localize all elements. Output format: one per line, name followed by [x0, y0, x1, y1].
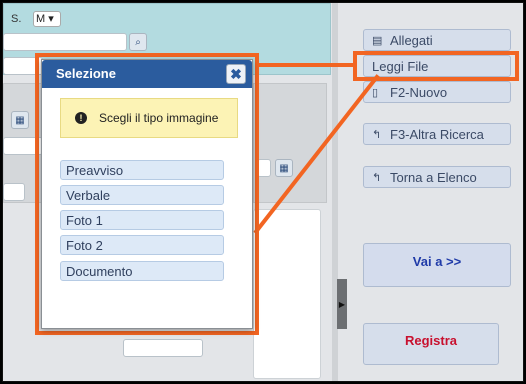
option-foto-2[interactable]: Foto 2	[60, 235, 224, 255]
allegati-label: Allegati	[390, 32, 433, 48]
back-icon: ↰	[372, 128, 382, 141]
registra-label: Registra	[404, 333, 458, 348]
option-preavviso[interactable]: Preavviso	[60, 160, 224, 180]
option-label: Foto 1	[66, 213, 103, 228]
top-label: S.	[11, 13, 22, 25]
option-label: Foto 2	[66, 238, 103, 253]
collapse-handle[interactable]: ▶	[337, 279, 347, 329]
search-input[interactable]	[3, 33, 127, 51]
chevron-right-icon: ▶	[338, 299, 346, 309]
altra-ricerca-label: F3-Altra Ricerca	[390, 126, 484, 142]
close-button[interactable]: ✖	[226, 64, 246, 84]
selection-dialog: Selezione ✖ ! Scegli il tipo immagine Pr…	[41, 59, 253, 329]
option-verbale[interactable]: Verbale	[60, 185, 224, 205]
torna-elenco-label: Torna a Elenco	[390, 169, 477, 185]
bottom-input[interactable]	[123, 339, 203, 357]
attachment-icon: ▤	[372, 34, 383, 47]
message-text: Scegli il tipo immagine	[99, 111, 219, 125]
search-button[interactable]: ⌕	[129, 33, 147, 51]
option-label: Preavviso	[66, 163, 124, 178]
top-select[interactable]: M ▾	[33, 11, 61, 27]
torna-elenco-button[interactable]: ↰ Torna a Elenco	[363, 166, 511, 188]
allegati-button[interactable]: ▤ Allegati	[363, 29, 511, 51]
info-message: ! Scegli il tipo immagine	[60, 98, 238, 138]
exclamation-icon: !	[75, 112, 87, 124]
calendar-icon: ▦	[279, 162, 289, 174]
small-input[interactable]	[3, 183, 25, 201]
right-input[interactable]	[257, 159, 271, 177]
vai-a-button[interactable]: Vai a >>	[363, 243, 511, 287]
details-panel	[253, 209, 321, 379]
calendar-button-2[interactable]: ▦	[275, 159, 293, 177]
search-icon: ⌕	[135, 36, 141, 48]
dialog-title-bar: Selezione	[42, 60, 252, 88]
calendar-button[interactable]: ▦	[11, 111, 29, 129]
option-label: Documento	[66, 264, 133, 279]
vai-a-label: Vai a >>	[412, 254, 462, 269]
nuovo-button[interactable]: ▯ F2-Nuovo	[363, 81, 511, 103]
option-foto-1[interactable]: Foto 1	[60, 210, 224, 230]
close-icon: ✖	[230, 65, 242, 82]
altra-ricerca-button[interactable]: ↰ F3-Altra Ricerca	[363, 123, 511, 145]
callout-line-top	[255, 63, 355, 67]
option-documento[interactable]: Documento	[60, 261, 224, 281]
new-file-icon: ▯	[372, 86, 379, 99]
option-label: Verbale	[66, 188, 111, 203]
top-select-value: M	[36, 13, 46, 25]
nuovo-label: F2-Nuovo	[390, 84, 448, 100]
app-window: S. M ▾ ⌕ ▦ ▦ ▶ ▤ Allegati Leggi File ▯ F…	[2, 2, 524, 382]
back-icon: ↰	[372, 171, 382, 184]
dialog-title: Selezione	[56, 66, 116, 81]
registra-button[interactable]: Registra	[363, 323, 499, 365]
calendar-icon: ▦	[15, 114, 25, 126]
